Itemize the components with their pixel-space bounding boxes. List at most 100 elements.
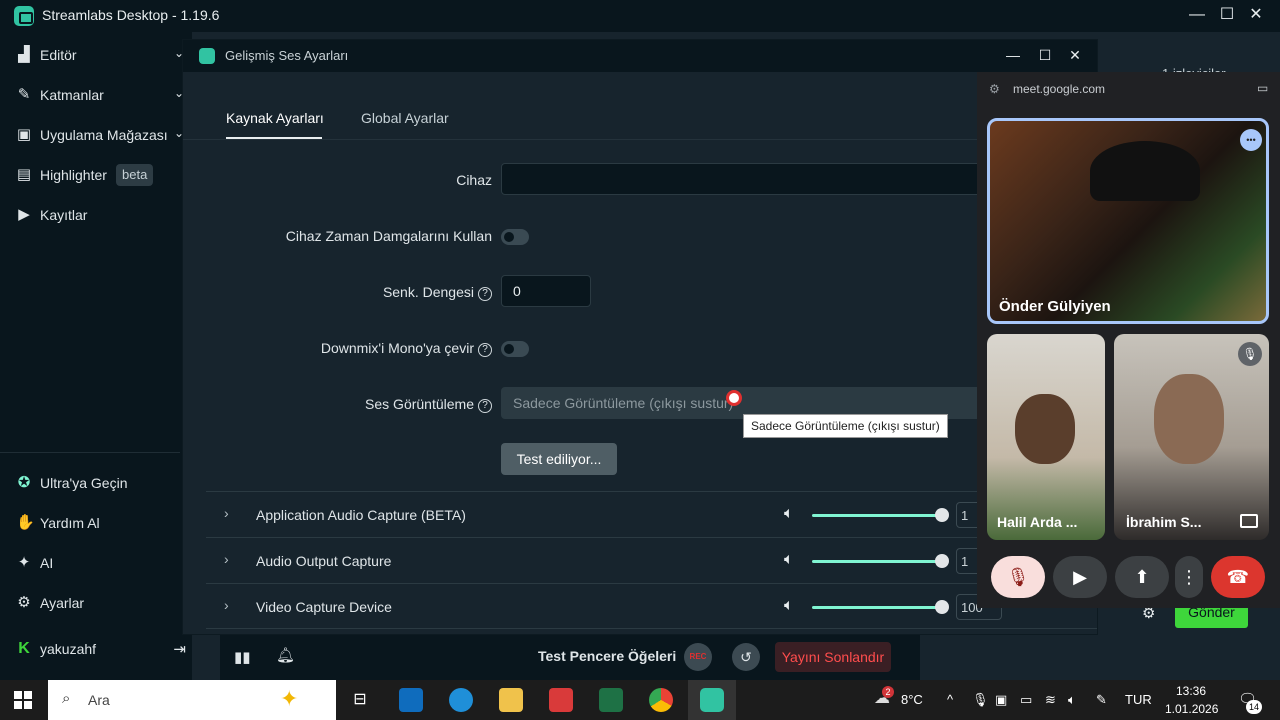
speaker-icon[interactable]: 🔈︎: [784, 551, 794, 569]
source-row-audio-output[interactable]: › Audio Output Capture 🔈︎ 1: [206, 537, 1097, 583]
clock-date[interactable]: 1.01.2026: [1165, 702, 1218, 716]
maximize-button[interactable]: ☐: [1215, 4, 1239, 26]
sidebar-item-ultra[interactable]: ✪ Ultra'ya Geçin: [0, 463, 192, 503]
sidebar-item-layers[interactable]: ✎ Katmanlar ⌄: [0, 75, 192, 115]
device-select[interactable]: [501, 163, 1001, 195]
edge-icon[interactable]: [449, 688, 473, 712]
notification-bell-icon[interactable]: 🔔︎: [276, 646, 295, 664]
sidebar-item-label: Highlighter: [40, 167, 107, 183]
test-button[interactable]: Test ediliyor...: [501, 443, 617, 475]
present-screen-button[interactable]: ⬆: [1115, 556, 1169, 598]
leave-call-button[interactable]: ☎: [1211, 556, 1265, 598]
replay-buffer-icon[interactable]: ↺: [732, 643, 760, 671]
app-title: Streamlabs Desktop - 1.19.6: [42, 7, 220, 23]
display-tray-icon[interactable]: ▭: [1020, 692, 1032, 708]
chevron-right-icon[interactable]: ›: [224, 551, 229, 567]
dialog-maximize-button[interactable]: ☐: [1033, 44, 1057, 66]
help-icon[interactable]: ?: [478, 399, 492, 413]
not-allowed-cursor-icon: [726, 390, 742, 406]
sidebar-item-recordings[interactable]: ▶ Kayıtlar: [0, 195, 192, 235]
chevron-right-icon[interactable]: ›: [224, 597, 229, 613]
tab-global-settings[interactable]: Global Ayarlar: [361, 110, 449, 126]
pin-tile-icon[interactable]: [1240, 514, 1258, 528]
editor-icon: ▟: [18, 46, 30, 63]
layers-icon: ✎: [17, 86, 31, 103]
speaker-icon[interactable]: 🔈︎: [784, 597, 794, 615]
volume-slider[interactable]: [812, 600, 949, 614]
sidebar-item-editor[interactable]: ▟ Editör ⌄: [0, 35, 192, 75]
audio-monitoring-label-text: Ses Görüntüleme: [365, 396, 474, 412]
anydesk-icon[interactable]: [549, 688, 573, 712]
sidebar-item-highlighter[interactable]: ▤ Highlighter beta: [0, 155, 192, 195]
taskbar-active-app[interactable]: [688, 680, 736, 720]
wifi-icon[interactable]: ≋: [1045, 692, 1056, 708]
more-options-icon[interactable]: •••: [1240, 129, 1262, 151]
user-account[interactable]: K yakuzahf ⇥: [0, 629, 192, 669]
pirate-hat-graphic: [1090, 141, 1200, 201]
timestamps-toggle[interactable]: [501, 229, 529, 245]
clock-time[interactable]: 13:36: [1176, 684, 1206, 698]
downmix-label: Downmix'i Mono'ya çevir?: [192, 340, 492, 357]
microphone-tray-icon[interactable]: 🎙︎: [972, 692, 989, 708]
sync-offset-label: Senk. Dengesi?: [192, 284, 492, 301]
volume-slider[interactable]: [812, 508, 949, 522]
audio-monitoring-label: Ses Görüntüleme?: [192, 396, 492, 413]
site-settings-icon[interactable]: ⚙: [989, 82, 1000, 96]
sidebar-item-ai[interactable]: ✦ AI: [0, 543, 192, 583]
record-button[interactable]: REC: [684, 643, 712, 671]
speaker-icon[interactable]: 🔈︎: [784, 505, 794, 523]
tray-app-icon[interactable]: ▣: [995, 692, 1007, 708]
language-indicator[interactable]: TUR: [1125, 692, 1152, 707]
sidebar-item-label: Editör: [40, 47, 77, 63]
pen-icon[interactable]: ✎: [1096, 692, 1107, 708]
sync-offset-input[interactable]: 0: [501, 275, 591, 307]
logout-icon[interactable]: ⇥: [173, 640, 186, 658]
sidebar-item-app-store[interactable]: ▣ Uygulama Mağazası ⌄: [0, 115, 192, 155]
participant-tile[interactable]: Halil Arda ...: [987, 334, 1105, 540]
minimize-button[interactable]: —: [1185, 4, 1209, 26]
excel-icon[interactable]: [599, 688, 623, 712]
back-to-tab-icon[interactable]: ▭: [1257, 81, 1268, 95]
recordings-icon: ▶: [18, 206, 30, 223]
participant-tile[interactable]: 🎙︎ İbrahim S...: [1114, 334, 1269, 540]
search-input[interactable]: Ara: [88, 692, 110, 708]
app-titlebar: Streamlabs Desktop - 1.19.6 — ☐ ✕: [0, 0, 1280, 32]
dialog-close-button[interactable]: ✕: [1063, 44, 1087, 66]
tab-source-settings[interactable]: Kaynak Ayarları: [226, 110, 324, 126]
sidebar-item-label: Yardım Al: [40, 515, 100, 531]
help-icon[interactable]: ?: [478, 343, 492, 357]
test-widgets-button[interactable]: Test Pencere Öğeleri: [538, 648, 676, 664]
weather-badge: 2: [882, 686, 894, 698]
chrome-icon[interactable]: [649, 688, 673, 712]
taskbar-search[interactable]: ⌕ Ara ✦: [48, 680, 336, 720]
outlook-icon[interactable]: [399, 688, 423, 712]
performance-chart-icon[interactable]: ▮▮: [234, 648, 251, 666]
volume-icon[interactable]: 🔈︎: [1068, 692, 1076, 708]
source-row-application-audio[interactable]: › Application Audio Capture (BETA) 🔈︎ 1: [206, 491, 1097, 537]
advanced-audio-dialog: Gelişmiş Ses Ayarları — ☐ ✕ Kaynak Ayarl…: [183, 40, 1097, 634]
dialog-minimize-button[interactable]: —: [1001, 44, 1025, 66]
volume-slider[interactable]: [812, 554, 949, 568]
sidebar-divider: [0, 452, 180, 453]
source-row-video-capture[interactable]: › Video Capture Device 🔈︎ 100: [206, 583, 1097, 629]
task-view-icon[interactable]: ⊟: [348, 688, 372, 712]
help-icon: ✋: [16, 514, 35, 531]
end-stream-button[interactable]: Yayını Sonlandır: [775, 642, 891, 672]
more-actions-button[interactable]: ⋮: [1175, 556, 1203, 598]
sidebar-item-settings[interactable]: ⚙ Ayarlar: [0, 583, 192, 623]
file-explorer-icon[interactable]: [499, 688, 523, 712]
help-icon[interactable]: ?: [478, 287, 492, 301]
chevron-right-icon[interactable]: ›: [224, 505, 229, 521]
show-hidden-icons[interactable]: ^: [947, 692, 953, 707]
windows-start-icon[interactable]: [14, 691, 32, 709]
username: yakuzahf: [40, 641, 97, 657]
close-button[interactable]: ✕: [1244, 4, 1268, 26]
sidebar-item-label: Ayarlar: [40, 595, 85, 611]
sidebar-item-help[interactable]: ✋ Yardım Al: [0, 503, 192, 543]
camera-button[interactable]: ▶: [1053, 556, 1107, 598]
sidebar-item-label: Katmanlar: [40, 87, 104, 103]
mic-off-button[interactable]: 🎙︎: [991, 556, 1045, 598]
participant-tile-main[interactable]: ••• Önder Gülyiyen: [987, 118, 1269, 324]
downmix-toggle[interactable]: [501, 341, 529, 357]
temperature: 8°C: [901, 692, 923, 707]
